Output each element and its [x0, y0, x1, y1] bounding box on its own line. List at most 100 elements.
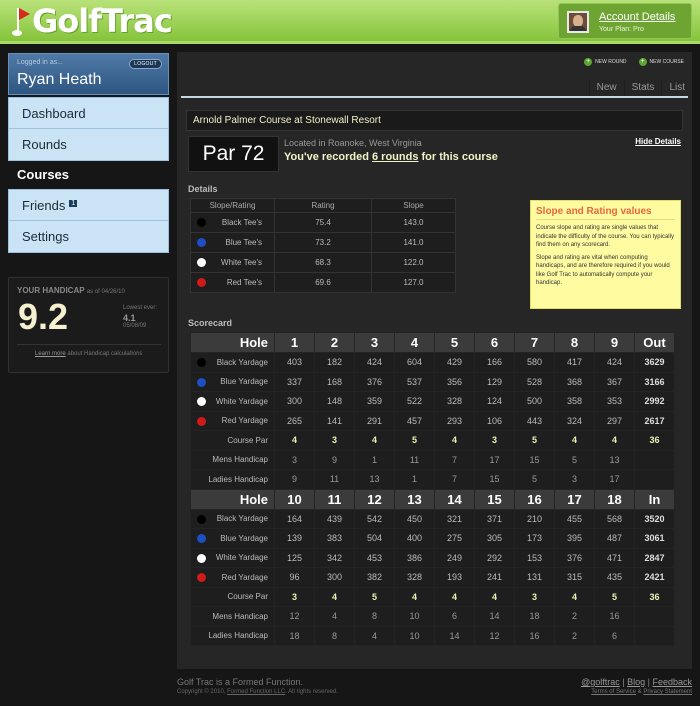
- scorecard-heading: Scorecard: [188, 318, 233, 328]
- course-location: Located in Roanoke, West Virginia: [284, 138, 422, 148]
- score-cell: 275: [434, 528, 475, 549]
- row-label-text: Mens Handicap: [212, 611, 268, 621]
- logout-button[interactable]: LOGOUT: [129, 59, 162, 69]
- scorecard-row: Ladies Handicap 18 8 4 10 14 12 16 2 6: [190, 625, 675, 646]
- score-cell: 542: [354, 508, 395, 529]
- slope-rating-table: Slope/Rating Rating Slope Black Tee's 75.…: [190, 198, 456, 293]
- score-cell: 16: [594, 606, 635, 627]
- twitter-link[interactable]: @golftrac: [581, 677, 620, 687]
- total-header: In: [634, 488, 675, 510]
- rating-cell: 75.4: [274, 212, 372, 233]
- account-details-link[interactable]: Account Details: [599, 11, 675, 23]
- rounds-link[interactable]: 6 rounds: [372, 151, 418, 163]
- learn-more-link[interactable]: Learn more: [35, 351, 66, 357]
- score-cell: 8: [354, 606, 395, 627]
- tee-color-icon: [197, 416, 206, 426]
- row-label-text: Course Par: [227, 435, 268, 445]
- hide-details-link[interactable]: Hide Details: [635, 137, 681, 146]
- tee-cell: Blue Tee's: [190, 232, 275, 253]
- score-cell: 164: [274, 508, 315, 529]
- score-cell: 395: [554, 528, 595, 549]
- total-cell: 2421: [634, 567, 675, 588]
- sidebar-item-rounds[interactable]: Rounds: [9, 129, 168, 160]
- account-panel: Account Details Your Plan: Pro: [558, 3, 692, 39]
- terms-link[interactable]: Terms of Service: [591, 689, 636, 695]
- handicap-value: 9.2: [18, 296, 69, 337]
- score-cell: 15: [474, 469, 515, 490]
- new-course-button[interactable]: + NEW COURSE: [638, 58, 684, 66]
- total-cell: 3061: [634, 528, 675, 549]
- sidebar-item-courses[interactable]: Courses: [8, 161, 169, 189]
- score-cell: 500: [514, 391, 555, 412]
- rounds-recorded: You've recorded 6 rounds for this course: [284, 151, 498, 163]
- score-cell: 4: [554, 586, 595, 607]
- row-label-text: Mens Handicap: [212, 455, 268, 465]
- hole-number: 10: [274, 488, 315, 510]
- sidebar-item-friends[interactable]: Friends 1: [9, 190, 168, 221]
- score-cell: 5: [514, 469, 555, 490]
- lowest-label: Lowest ever:: [123, 305, 158, 311]
- hole-number: 18: [594, 488, 635, 510]
- score-cell: 315: [554, 567, 595, 588]
- score-cell: 125: [274, 547, 315, 568]
- tab-new[interactable]: New: [588, 79, 624, 96]
- score-cell: 487: [594, 528, 635, 549]
- formed-function-link[interactable]: Formed Function LLC: [227, 689, 285, 695]
- score-cell: 17: [594, 469, 635, 490]
- top-bar: GolfTrac Account Details Your Plan: Pro: [0, 0, 700, 44]
- score-cell: 6: [434, 606, 475, 627]
- tab-list[interactable]: List: [661, 79, 692, 96]
- info-paragraph: Slope and rating are vital when computin…: [536, 254, 670, 287]
- privacy-link[interactable]: Privacy Statement: [643, 689, 692, 695]
- par-box: Par 72: [188, 136, 279, 172]
- scorecard-row: Mens Handicap 12 4 8 10 6 14 18 2 16: [190, 606, 675, 627]
- plus-icon: +: [638, 58, 647, 66]
- new-round-button[interactable]: + NEW ROUND: [584, 58, 627, 66]
- score-cell: 131: [514, 567, 555, 588]
- feedback-link[interactable]: Feedback: [652, 677, 692, 687]
- score-cell: 173: [514, 528, 555, 549]
- score-cell: 386: [394, 547, 435, 568]
- tee-color-icon: [197, 218, 206, 227]
- handicap-box: YOUR HANDICAP as of 04/26/10 9.2 Lowest …: [8, 277, 169, 373]
- avatar[interactable]: [567, 11, 589, 33]
- row-label: Ladies Handicap: [190, 625, 275, 646]
- score-cell: 129: [474, 371, 515, 392]
- row-label: White Yardage: [190, 391, 275, 412]
- row-label: Ladies Handicap: [190, 469, 275, 490]
- score-cell: 10: [394, 606, 435, 627]
- score-cell: 15: [514, 449, 555, 470]
- score-cell: 368: [554, 371, 595, 392]
- learn-more-text: Learn more about Handicap calculations: [35, 351, 143, 357]
- score-cell: 337: [274, 371, 315, 392]
- column-header: Rating: [274, 198, 372, 213]
- tab-stats[interactable]: Stats: [623, 79, 662, 96]
- score-cell: 328: [394, 567, 435, 588]
- tee-color-icon: [197, 278, 206, 287]
- hole-header-row: Hole 10 11 12 13 14 15 16 17 18 In: [190, 488, 675, 510]
- sidebar-item-settings[interactable]: Settings: [9, 221, 168, 252]
- score-cell: 504: [354, 528, 395, 549]
- hole-number: 15: [474, 488, 515, 510]
- score-cell: 4: [274, 430, 315, 451]
- score-cell: 5: [394, 430, 435, 451]
- golftrac-logo[interactable]: GolfTrac: [8, 2, 173, 40]
- score-cell: 353: [594, 391, 635, 412]
- sidebar-item-dashboard[interactable]: Dashboard: [9, 98, 168, 129]
- tee-color-icon: [197, 238, 206, 247]
- row-label-text: Course Par: [227, 592, 268, 602]
- blog-link[interactable]: Blog: [627, 677, 645, 687]
- friends-badge: 1: [69, 200, 78, 207]
- footer-tagline: Golf Trac is a Formed Function.: [177, 677, 304, 687]
- score-cell: 12: [474, 625, 515, 646]
- score-cell: 424: [354, 352, 395, 373]
- row-label-text: White Yardage: [215, 553, 268, 563]
- score-cell: 139: [274, 528, 315, 549]
- total-cell: 36: [634, 586, 675, 607]
- main-panel: + NEW ROUND + NEW COURSE New Stats List Ar…: [177, 52, 692, 669]
- score-cell: 148: [314, 391, 355, 412]
- score-cell: 356: [434, 371, 475, 392]
- course-title: Arnold Palmer Course at Stonewall Resort: [186, 110, 683, 131]
- scorecard-row: Blue Yardage 139 383 504 400 275 305 173 395 487 3…: [190, 528, 675, 549]
- row-label-text: Red Yardage: [221, 572, 268, 582]
